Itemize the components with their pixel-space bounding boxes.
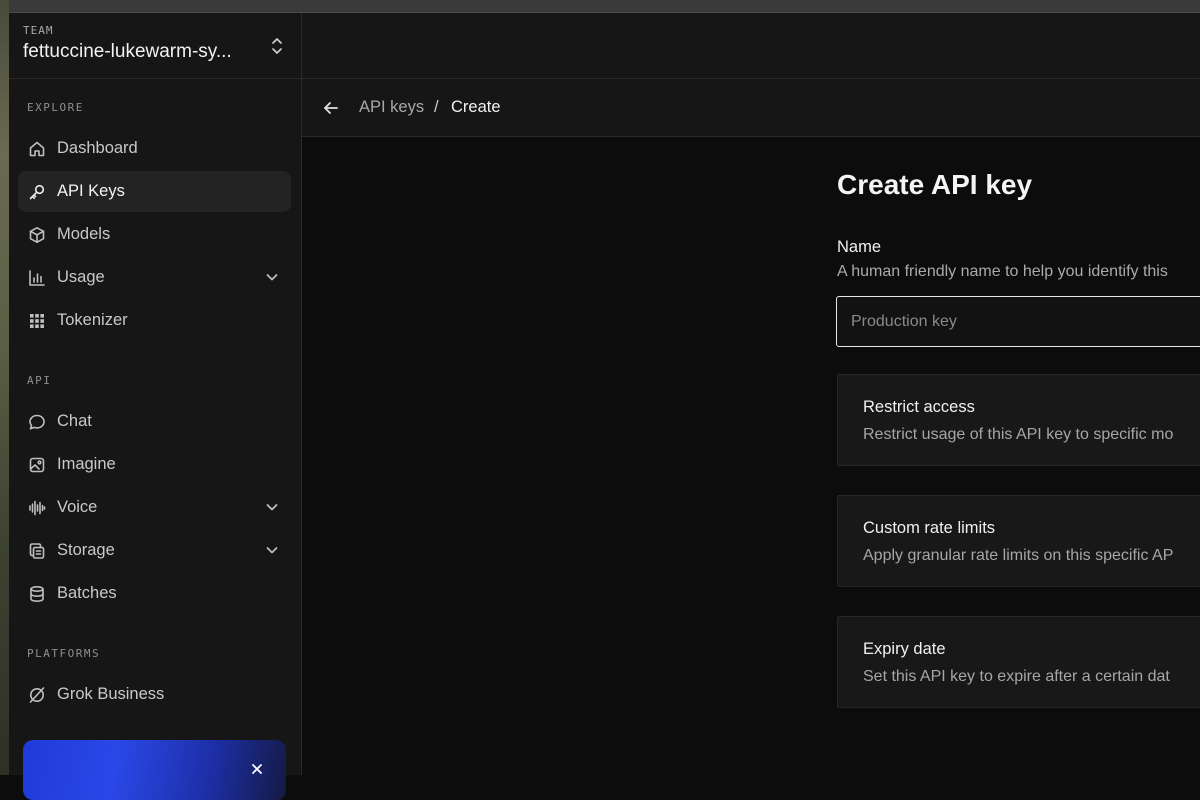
sidebar-item-label: Grok Business <box>57 685 165 703</box>
sidebar-item-label: Chat <box>57 412 92 430</box>
breadcrumb-separator: / <box>434 98 439 116</box>
option-description: Restrict usage of this API key to specif… <box>863 426 1174 443</box>
option-description: Set this API key to expire after a certa… <box>863 668 1170 685</box>
grid-icon <box>28 312 46 330</box>
team-name: fettuccine-lukewarm-sy... <box>23 41 232 62</box>
key-icon <box>28 183 46 201</box>
desktop-wallpaper-edge <box>0 0 9 775</box>
sidebar-item-label: Batches <box>57 584 117 602</box>
section-label-explore: EXPLORE <box>27 101 84 114</box>
breadcrumb-api-keys-link[interactable]: API keys <box>359 98 424 117</box>
sidebar-item-voice[interactable]: Voice <box>18 487 291 528</box>
sidebar-item-label: Usage <box>57 268 105 286</box>
sidebar-item-label: Imagine <box>57 455 116 473</box>
sidebar-item-label: API Keys <box>57 182 125 200</box>
name-field-help: A human friendly name to help you identi… <box>837 263 1168 280</box>
sidebar-item-label: Tokenizer <box>57 311 128 329</box>
sidebar-item-tokenizer[interactable]: Tokenizer <box>18 300 291 341</box>
breadcrumb: API keys / Create <box>302 79 1200 137</box>
main-content: Create API key Name A human friendly nam… <box>302 137 1200 775</box>
sidebar-item-usage[interactable]: Usage <box>18 257 291 298</box>
sidebar-item-batches[interactable]: Batches <box>18 573 291 614</box>
option-title: Custom rate limits <box>863 519 996 537</box>
bar-chart-icon <box>28 269 46 287</box>
breadcrumb-current: Create <box>451 98 501 116</box>
restrict-access-card[interactable]: Restrict access Restrict usage of this A… <box>837 374 1200 466</box>
sidebar-item-chat[interactable]: Chat <box>18 401 291 442</box>
sidebar: TEAM fettuccine-lukewarm-sy... EXPLORE D… <box>9 13 302 800</box>
section-label-api: API <box>27 374 52 387</box>
files-icon <box>28 542 46 560</box>
section-label-platforms: PLATFORMS <box>27 647 101 660</box>
promo-card[interactable] <box>23 740 286 800</box>
image-icon <box>28 456 46 474</box>
waveform-icon <box>28 499 46 517</box>
chevron-up-down-icon[interactable] <box>270 37 284 55</box>
option-title: Expiry date <box>863 640 946 658</box>
sidebar-item-storage[interactable]: Storage <box>18 530 291 571</box>
chevron-down-icon[interactable] <box>265 543 279 557</box>
sidebar-item-models[interactable]: Models <box>18 214 291 255</box>
chevron-down-icon[interactable] <box>265 270 279 284</box>
team-label: TEAM <box>23 24 54 37</box>
custom-rate-limits-card[interactable]: Custom rate limits Apply granular rate l… <box>837 495 1200 587</box>
name-input[interactable] <box>836 296 1200 347</box>
expiry-date-card[interactable]: Expiry date Set this API key to expire a… <box>837 616 1200 708</box>
chat-bubble-icon <box>28 413 46 431</box>
sidebar-item-grok-business[interactable]: Grok Business <box>18 674 291 715</box>
sidebar-item-dashboard[interactable]: Dashboard <box>18 128 291 169</box>
sidebar-item-label: Dashboard <box>57 139 138 157</box>
page-title: Create API key <box>837 169 1033 200</box>
sidebar-item-imagine[interactable]: Imagine <box>18 444 291 485</box>
sidebar-item-api-keys[interactable]: API Keys <box>18 171 291 212</box>
option-title: Restrict access <box>863 398 975 416</box>
sidebar-item-label: Voice <box>57 498 98 516</box>
sidebar-item-label: Storage <box>57 541 115 559</box>
sidebar-item-label: Models <box>57 225 111 243</box>
name-field-label: Name <box>837 238 882 256</box>
desktop-top-bar <box>0 0 1200 13</box>
back-arrow-icon[interactable] <box>322 99 340 117</box>
database-icon <box>28 585 46 603</box>
option-description: Apply granular rate limits on this speci… <box>863 547 1174 564</box>
home-icon <box>28 140 46 158</box>
cube-icon <box>28 226 46 244</box>
team-switcher[interactable]: TEAM fettuccine-lukewarm-sy... <box>9 13 301 79</box>
close-icon[interactable] <box>250 762 264 776</box>
top-bar <box>302 13 1200 79</box>
grok-logo-icon <box>28 686 46 704</box>
chevron-down-icon[interactable] <box>265 500 279 514</box>
